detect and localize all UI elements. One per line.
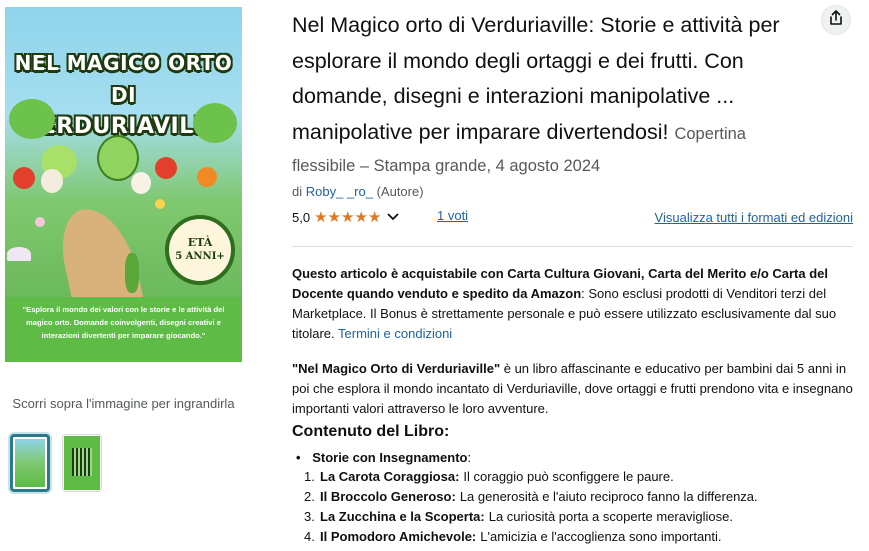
tomato-character xyxy=(13,167,35,189)
age-badge: ETÀ 5 ANNI+ xyxy=(165,215,235,285)
list-item: 2. Il Broccolo Generoso: La generosità e… xyxy=(304,487,758,507)
star-icon: ★ xyxy=(314,208,328,226)
garlic-character xyxy=(41,169,63,193)
binding-details: flessibile – Stampa grande, 4 agosto 202… xyxy=(292,157,601,175)
tomato-character xyxy=(155,157,177,179)
bullet-item: Storie con Insegnamento: xyxy=(296,448,471,468)
rating-summary[interactable]: 5,0 ★ ★ ★ ★ ★ xyxy=(292,206,399,228)
chevron-down-icon[interactable] xyxy=(387,210,399,224)
book-cover-image[interactable]: NEL MAGICO ORTO DI VERDURIAVILLE ETÀ 5 A… xyxy=(5,7,242,362)
mushroom-art xyxy=(7,247,31,261)
tree-art xyxy=(9,99,55,139)
cover-title-line: NEL MAGICO ORTO xyxy=(14,51,233,75)
flower-art xyxy=(155,199,165,209)
story-text: La curiosità porta a scoperte meraviglio… xyxy=(488,509,733,524)
onion-character xyxy=(131,172,151,194)
author-role: (Autore) xyxy=(376,184,424,199)
bonus-eligibility-notice: Questo articolo è acquistabile con Carta… xyxy=(292,264,852,344)
list-number: 2. xyxy=(304,489,315,504)
author-link[interactable]: Roby_ _ro_ xyxy=(306,184,373,199)
cover-blurb: "Esplora il mondo dei valori con le stor… xyxy=(5,297,242,362)
cucumber-character xyxy=(125,253,139,293)
binding-type: Copertina xyxy=(674,124,746,143)
list-number: 3. xyxy=(304,509,315,524)
thumbnail-front-cover[interactable] xyxy=(10,434,50,492)
list-item: 4. Il Pomodoro Amichevole: L'amicizia e … xyxy=(304,527,758,547)
stories-list: 1. La Carota Coraggiosa: Il coraggio può… xyxy=(304,467,758,547)
star-icon: ★ xyxy=(340,208,355,226)
section-heading: Contenuto del Libro: xyxy=(292,423,450,440)
thumbnail-back-cover[interactable] xyxy=(62,434,102,492)
list-item: 1. La Carota Coraggiosa: Il coraggio può… xyxy=(304,467,758,487)
zoom-hint: Scorri sopra l'immagine per ingrandirla xyxy=(12,396,235,411)
star-icon: ★ xyxy=(327,208,341,226)
book-description: "Nel Magico Orto di Verduriaville" è un … xyxy=(292,359,857,419)
list-item: 3. La Zucchina e la Scoperta: La curiosi… xyxy=(304,507,758,527)
share-icon xyxy=(828,9,844,31)
list-number: 1. xyxy=(304,469,315,484)
star-rating[interactable]: ★ ★ ★ ★ ★ xyxy=(314,210,381,225)
orange-character xyxy=(197,167,217,187)
share-button[interactable] xyxy=(821,5,851,35)
description-title: "Nel Magico Orto di Verduriaville" xyxy=(292,361,501,376)
divider xyxy=(292,246,853,247)
terms-link[interactable]: Termini e condizioni xyxy=(338,326,452,341)
star-icon: ★ xyxy=(354,208,368,226)
ratings-count-link[interactable]: 1 voti xyxy=(437,208,468,223)
age-badge-value: 5 ANNI+ xyxy=(175,251,225,262)
flower-art xyxy=(35,217,45,227)
product-title: Nel Magico orto di Verduriaville: Storie… xyxy=(292,8,832,152)
story-title: Il Pomodoro Amichevole: xyxy=(320,529,477,544)
byline-prefix: di xyxy=(292,184,303,199)
bullet-colon: : xyxy=(467,450,472,465)
broccoli-character xyxy=(97,135,139,181)
bullet-label: Storie con Insegnamento xyxy=(312,450,468,465)
byline: di Roby_ _ro_ (Autore) xyxy=(292,183,424,201)
list-number: 4. xyxy=(304,529,315,544)
story-title: La Carota Coraggiosa: xyxy=(320,469,460,484)
age-badge-label: ETÀ xyxy=(187,236,213,249)
all-formats-link[interactable]: Visualizza tutti i formati ed edizioni xyxy=(655,210,853,225)
story-text: Il coraggio può sconfiggere le paure. xyxy=(463,469,674,484)
tree-art xyxy=(193,103,237,143)
story-text: L'amicizia e l'accoglienza sono importan… xyxy=(480,529,722,544)
rating-value: 5,0 xyxy=(292,209,311,225)
story-title: Il Broccolo Generoso: xyxy=(320,489,456,504)
story-text: La generosità e l'aiuto reciproco fanno … xyxy=(459,489,758,504)
story-title: La Zucchina e la Scoperta: xyxy=(320,509,485,524)
star-icon: ★ xyxy=(367,208,382,226)
